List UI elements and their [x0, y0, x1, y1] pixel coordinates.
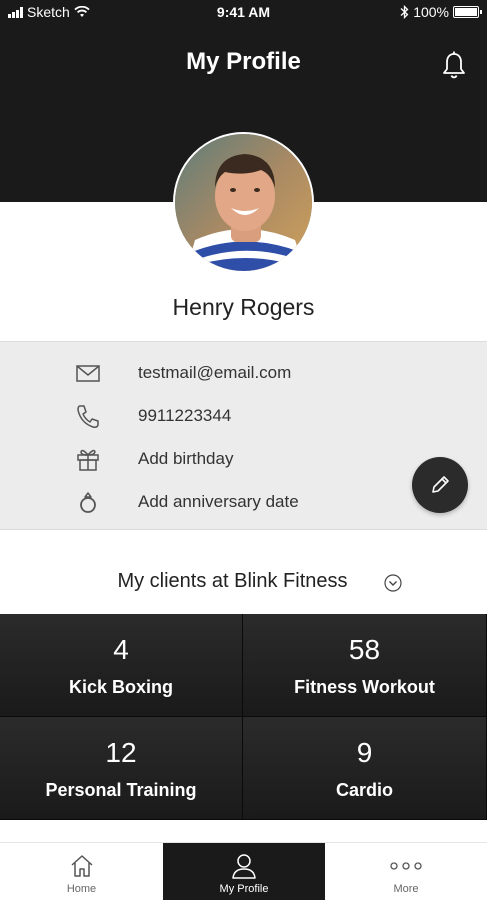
- battery-percent: 100%: [413, 4, 449, 20]
- user-icon: [232, 854, 256, 879]
- stat-count: 12: [105, 737, 137, 768]
- more-dots-icon: [390, 862, 422, 870]
- clients-selector[interactable]: My clients at Blink Fitness: [0, 562, 487, 602]
- status-right: 100%: [400, 4, 482, 20]
- stat-label: Fitness Workout: [294, 677, 435, 697]
- ring-icon: [80, 492, 96, 513]
- birthday-row[interactable]: Add birthday: [0, 444, 487, 474]
- tab-label: Home: [66, 883, 97, 895]
- pencil-icon: [432, 476, 449, 493]
- email-row: testmail@email.com: [0, 358, 487, 388]
- tab-bar: Home My Profile More: [0, 842, 487, 900]
- edit-profile-button[interactable]: [412, 457, 468, 513]
- stats-grid: 4 Kick Boxing 58 Fitness Workout 12 Pers…: [0, 614, 487, 820]
- profile-photo: [175, 134, 312, 271]
- phone-icon: [77, 405, 99, 428]
- home-icon: [70, 855, 93, 877]
- status-bar: Sketch 9:41 AM 100%: [0, 0, 487, 26]
- email-text: testmail@email.com: [138, 363, 292, 382]
- tab-home[interactable]: Home: [0, 843, 163, 900]
- mail-icon: [76, 365, 100, 382]
- page-title: My Profile: [186, 48, 301, 75]
- contact-info-panel: testmail@email.com 9911223344 Add birthd…: [0, 341, 487, 530]
- stat-count: 4: [113, 634, 129, 665]
- stat-card-kick-boxing[interactable]: 4 Kick Boxing: [0, 614, 243, 717]
- tab-label: More: [393, 883, 419, 895]
- stat-label: Personal Training: [45, 780, 197, 800]
- bluetooth-icon: [400, 5, 409, 19]
- avatar[interactable]: [173, 132, 314, 273]
- notification-bell-icon[interactable]: [441, 50, 467, 80]
- stat-count: 9: [356, 737, 373, 768]
- stat-card-cardio[interactable]: 9 Cardio: [243, 717, 487, 820]
- tab-label: My Profile: [219, 883, 269, 895]
- anniversary-text: Add anniversary date: [138, 492, 299, 511]
- gift-icon: [77, 449, 99, 471]
- chevron-down-icon[interactable]: [384, 574, 402, 592]
- stat-label: Cardio: [335, 780, 393, 800]
- battery-icon: [453, 6, 482, 18]
- phone-text: 9911223344: [138, 406, 232, 425]
- birthday-text: Add birthday: [138, 449, 234, 468]
- user-name: Henry Rogers: [172, 294, 315, 320]
- tab-my-profile[interactable]: My Profile: [163, 843, 325, 900]
- stat-card-personal-training[interactable]: 12 Personal Training: [0, 717, 243, 820]
- phone-row: 9911223344: [0, 401, 487, 431]
- stat-label: Kick Boxing: [68, 677, 174, 697]
- stat-count: 58: [348, 634, 381, 665]
- tab-more[interactable]: More: [325, 843, 487, 900]
- stat-card-fitness-workout[interactable]: 58 Fitness Workout: [243, 614, 487, 717]
